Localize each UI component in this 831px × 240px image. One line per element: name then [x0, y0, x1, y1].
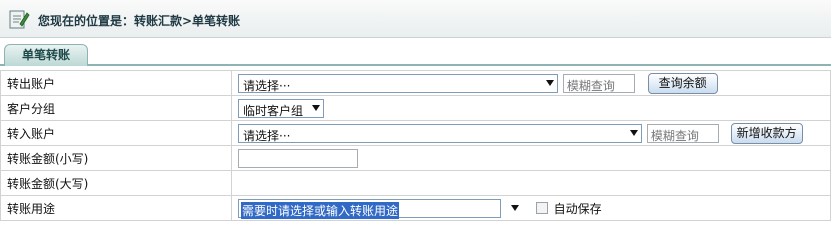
amount-lower-input[interactable]	[238, 148, 358, 168]
chevron-down-icon[interactable]	[511, 204, 519, 211]
row-amount-upper: 转账金额(大写)	[0, 170, 831, 196]
out-account-search-placeholder: 模糊查询	[566, 78, 615, 93]
purpose-combo[interactable]: 需要时请选择或输入转账用途	[238, 198, 520, 219]
row-customer-group: 客户分组 临时客户组	[0, 95, 831, 121]
customer-group-label: 客户分组	[0, 95, 232, 121]
amount-upper-value	[231, 170, 831, 196]
purpose-label: 转账用途	[0, 195, 232, 221]
in-account-select-value: 请选择···	[243, 128, 291, 143]
autosave-label: 自动保存	[553, 201, 602, 216]
customer-group-select-value: 临时客户组	[243, 103, 304, 118]
row-purpose: 转账用途 需要时请选择或输入转账用途 自动保存	[0, 195, 831, 221]
tab-strip: 单笔转账	[0, 42, 831, 66]
edit-document-icon	[8, 8, 30, 30]
in-account-search-placeholder: 模糊查询	[650, 128, 699, 143]
chevron-down-icon	[546, 79, 554, 86]
tab-single-transfer[interactable]: 单笔转账	[4, 44, 88, 66]
in-account-select[interactable]: 请选择···	[238, 123, 642, 143]
row-amount-lower: 转账金额(小写)	[0, 145, 831, 171]
autosave-checkbox[interactable]	[535, 202, 548, 214]
customer-group-select[interactable]: 临时客户组	[238, 98, 324, 118]
amount-lower-label: 转账金额(小写)	[0, 145, 232, 171]
out-account-label: 转出账户	[0, 70, 232, 96]
amount-upper-label: 转账金额(大写)	[0, 170, 232, 196]
purpose-input-value: 需要时请选择或输入转账用途	[241, 201, 400, 219]
in-account-search-input[interactable]: 模糊查询	[646, 123, 719, 143]
row-in-account: 转入账户 请选择··· 模糊查询 新增收款方	[0, 120, 831, 146]
row-out-account: 转出账户 请选择··· 模糊查询 查询余额	[0, 70, 831, 96]
add-payee-button[interactable]: 新增收款方	[730, 122, 803, 144]
out-account-select[interactable]: 请选择···	[238, 73, 558, 93]
chevron-down-icon	[630, 129, 638, 136]
transfer-form: 转出账户 请选择··· 模糊查询 查询余额 客户分组 临时客户组 转入账户 请选…	[0, 70, 831, 221]
in-account-label: 转入账户	[0, 120, 232, 146]
breadcrumb: 您现在的位置是：转账汇款>单笔转账	[38, 14, 241, 28]
out-account-search-input[interactable]: 模糊查询	[562, 73, 635, 93]
out-account-select-value: 请选择···	[243, 78, 291, 93]
chevron-down-icon	[312, 104, 320, 111]
purpose-input[interactable]: 需要时请选择或输入转账用途	[238, 198, 501, 219]
query-balance-button[interactable]: 查询余额	[647, 72, 718, 94]
location-header: 您现在的位置是：转账汇款>单笔转账	[0, 0, 831, 38]
